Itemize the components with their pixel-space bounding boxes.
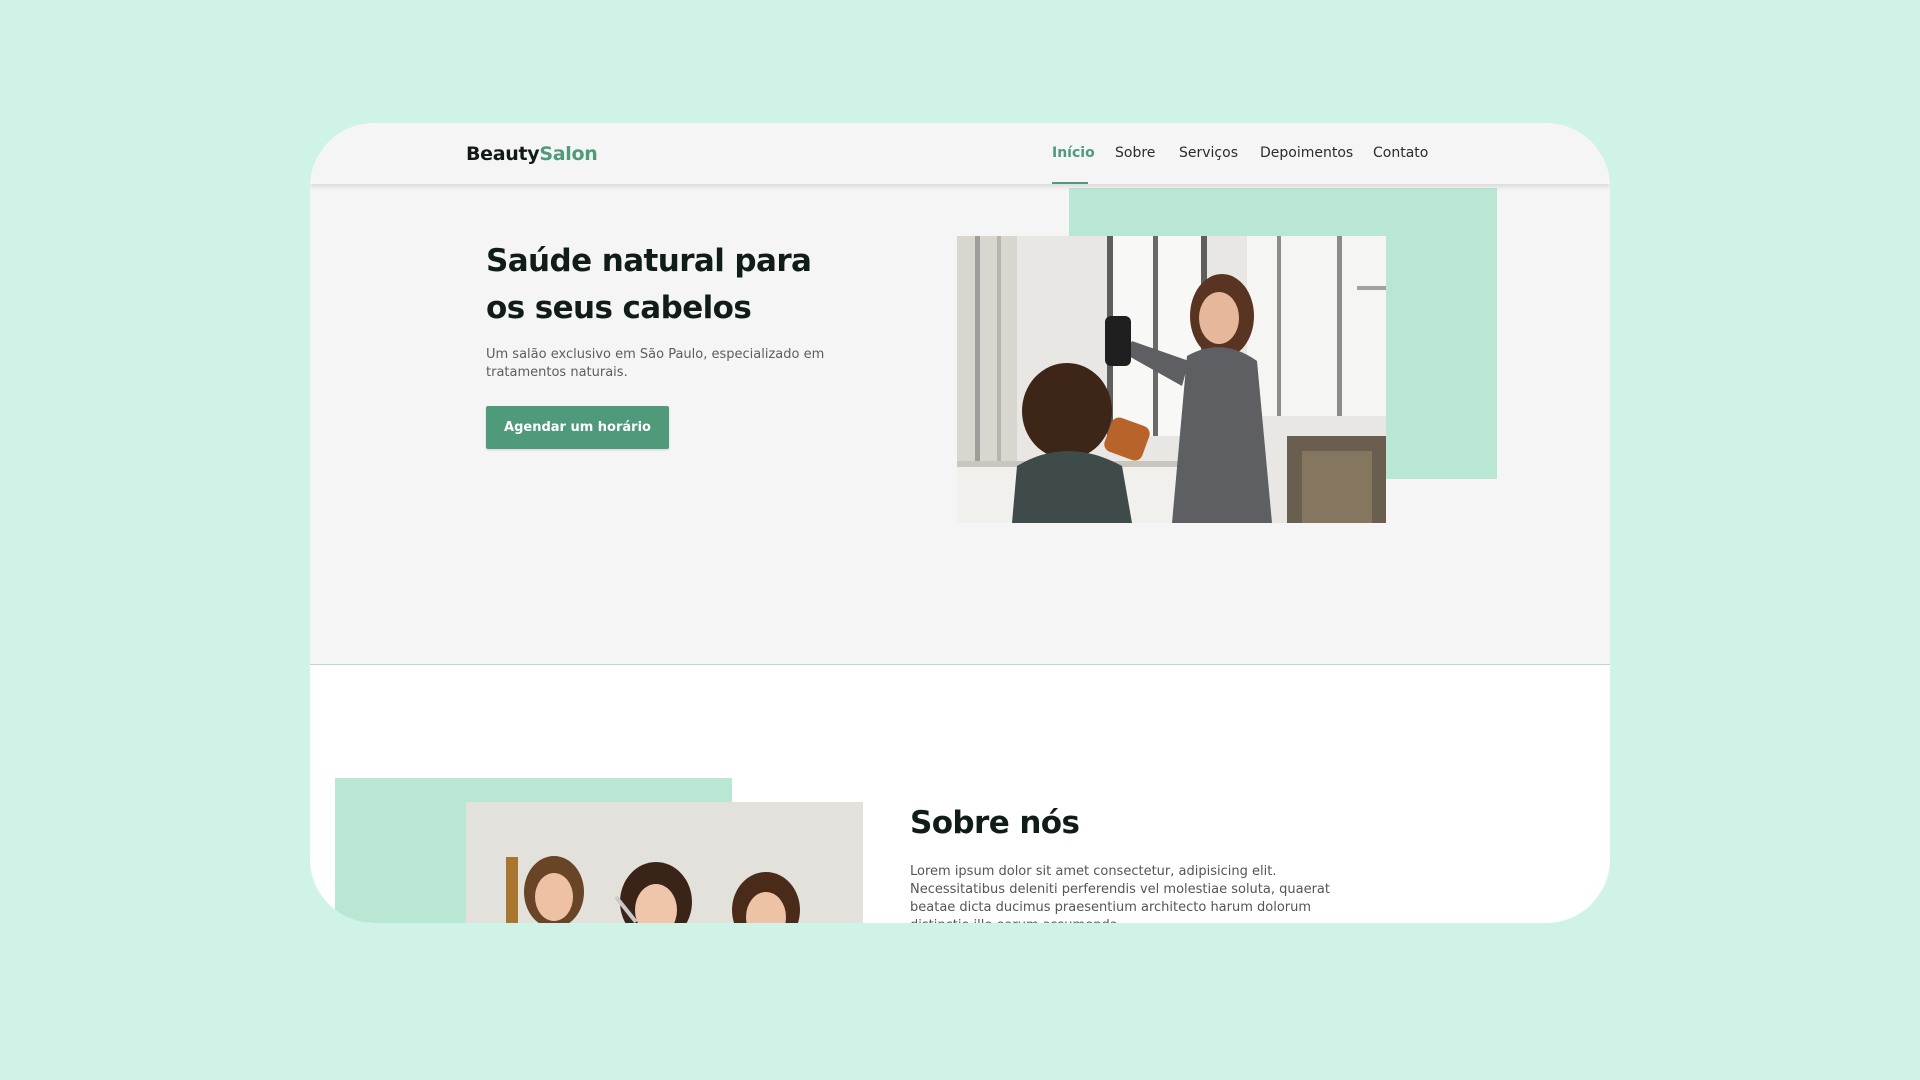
- hero-subtitle: Um salão exclusivo em São Paulo, especia…: [486, 347, 825, 380]
- hero-salon-photo: [957, 236, 1386, 523]
- about-section: Sobre nós Lorem ipsum dolor sit amet con…: [310, 665, 1610, 923]
- about-text: Lorem ipsum dolor sit amet consectetur, …: [910, 864, 1330, 923]
- hero-section: Saúde natural para os seus cabelos Um sa…: [310, 184, 1610, 665]
- about-title: Sobre nós: [910, 805, 1080, 841]
- nav-item-contato[interactable]: Contato: [1373, 145, 1428, 161]
- nav-item-depoimentos[interactable]: Depoimentos: [1260, 145, 1353, 161]
- about-team-photo: [466, 802, 863, 923]
- book-appointment-button[interactable]: Agendar um horário: [486, 406, 669, 449]
- hero-title: Saúde natural para os seus cabelos: [486, 243, 812, 326]
- active-nav-indicator: [1052, 182, 1088, 184]
- nav-item-inicio[interactable]: Início: [1052, 145, 1095, 161]
- nav-item-sobre[interactable]: Sobre: [1115, 145, 1155, 161]
- nav-item-servicos[interactable]: Serviços: [1179, 145, 1238, 161]
- browser-viewport: BeautySalon Início Sobre Serviços Depoim…: [310, 123, 1610, 923]
- main-nav: Início Sobre Serviços Depoimentos Contat…: [310, 123, 1610, 184]
- site-header: BeautySalon Início Sobre Serviços Depoim…: [310, 123, 1610, 184]
